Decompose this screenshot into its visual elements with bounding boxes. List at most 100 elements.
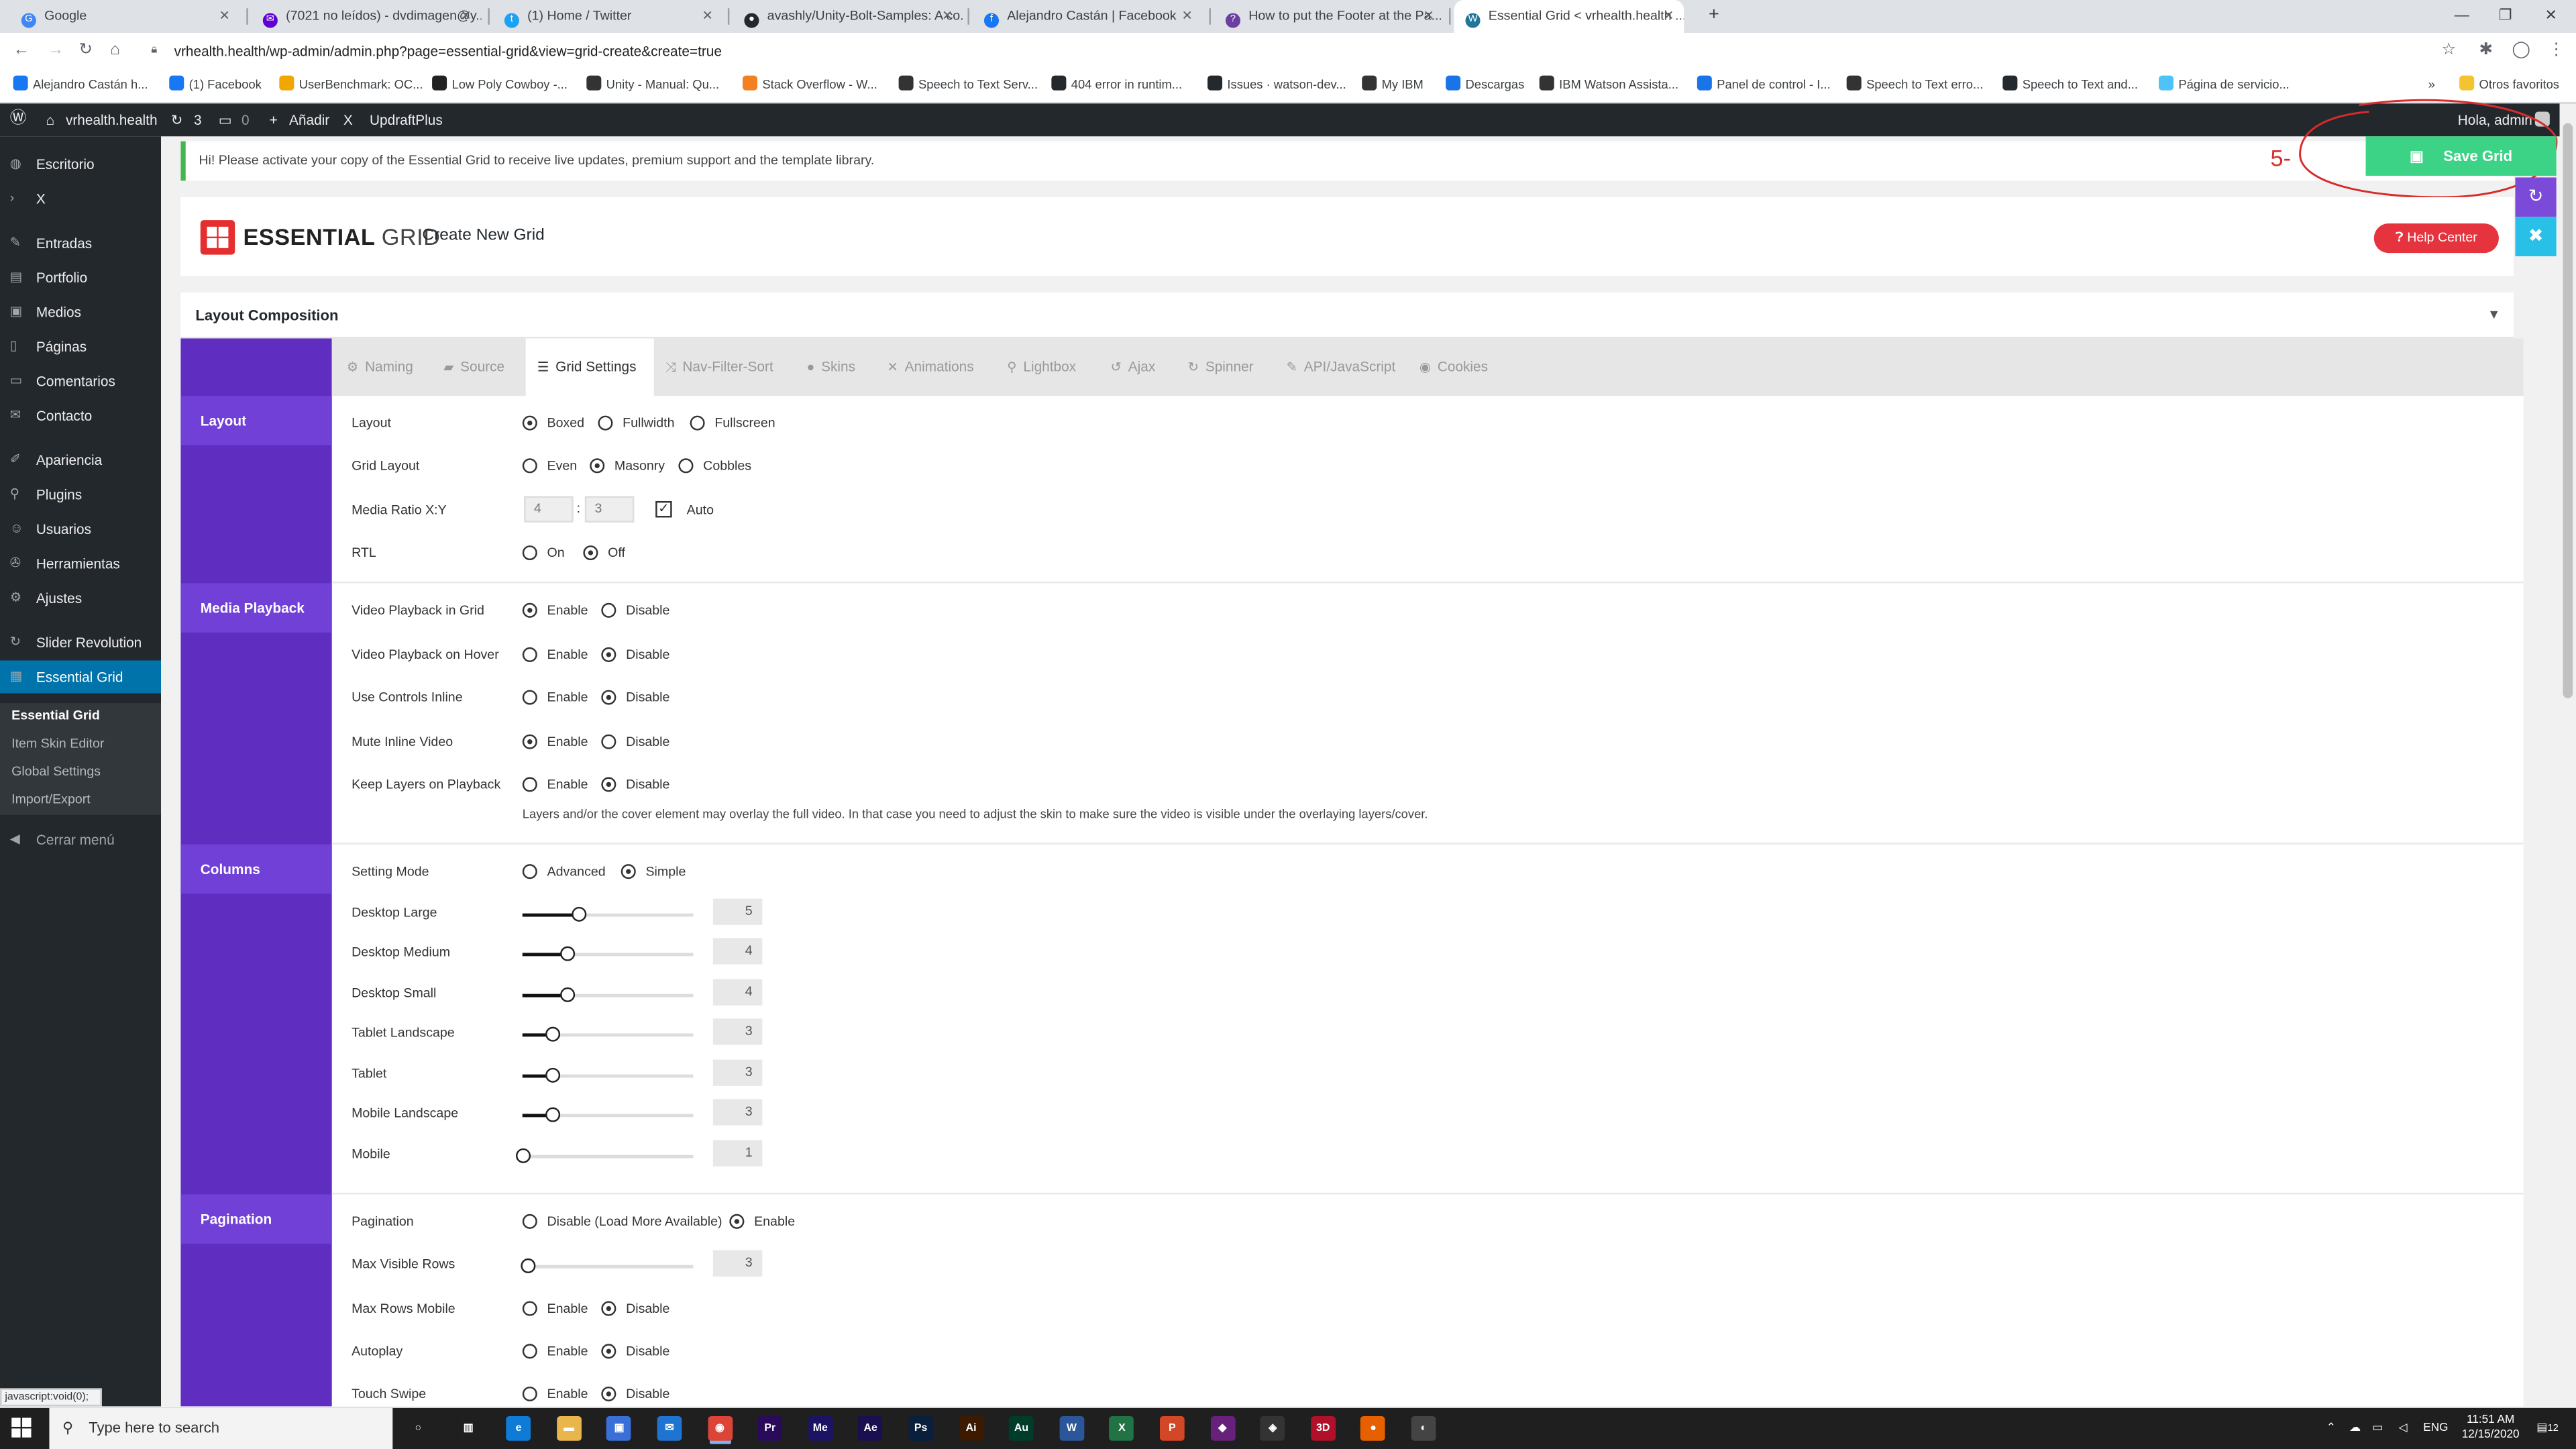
store-icon[interactable]: ▣ [606,1416,632,1441]
column-slider-track[interactable] [522,1026,694,1042]
sync-button[interactable]: ↻ [2515,177,2557,217]
add-icon[interactable]: + [270,103,278,136]
slider-value[interactable]: 3 [712,1250,763,1277]
comments-count[interactable]: 0 [241,103,250,136]
radio-button[interactable] [522,458,537,474]
column-slider-track[interactable] [522,906,694,922]
bookmark-item[interactable]: IBM Watson Assista... [1539,69,1678,102]
sidebar-item-entradas[interactable]: ✎ Entradas [0,227,161,260]
radio-option[interactable]: On [522,545,565,561]
x-theme-link[interactable]: X [343,103,353,136]
bookmark-item[interactable]: UserBenchmark: OC... [279,69,423,102]
slider-value[interactable]: 4 [712,938,763,965]
word-icon[interactable]: W [1059,1416,1084,1441]
slider-handle[interactable] [559,987,575,1002]
radio-option[interactable]: Enable [522,1344,588,1359]
sidebar-item-slider-revolution[interactable]: ↻ Slider Revolution [0,626,161,659]
radio-button[interactable] [522,1386,537,1401]
scrollbar-thumb[interactable] [2563,123,2573,698]
submenu-item[interactable]: Global Settings [11,764,101,779]
powerpoint-icon[interactable]: P [1159,1416,1185,1441]
forward-icon[interactable]: → [48,38,64,64]
sidebar-item-essential-grid[interactable]: ▦ Essential Grid [0,660,162,694]
tab-api-javascript[interactable]: ✎ API/JavaScript [1275,338,1406,396]
layout-composition-header[interactable]: Layout Composition ▼ [180,292,2514,339]
tab-close-icon[interactable]: ✕ [1424,0,1434,33]
tab-close-icon[interactable]: ✕ [1663,0,1674,33]
section-columns[interactable]: Columns [180,844,332,894]
comments-icon[interactable]: ▭ [219,103,232,136]
firefox-icon[interactable]: ● [1360,1416,1386,1441]
explorer-icon[interactable]: ▬ [556,1416,582,1441]
ratio-x-input[interactable]: 4 [524,496,574,523]
back-icon[interactable]: ← [13,38,30,64]
close-window-button[interactable]: ✕ [2545,0,2557,30]
radio-option[interactable]: Enable [522,777,588,792]
onedrive-icon[interactable]: ☁ [2349,1408,2361,1449]
browser-tab[interactable]: ✉ (7021 no leídos) - dvdimagen@y... ✕ [252,0,482,33]
restore-button[interactable]: ❐ [2499,0,2512,30]
bookmark-item[interactable]: Speech to Text erro... [1846,69,1983,102]
radio-button[interactable] [601,777,616,792]
column-slider-track[interactable] [515,1148,694,1163]
radio-option[interactable]: Disable [601,690,669,705]
sidebar-item-escritorio[interactable]: ◍ Escritorio [0,148,161,180]
browser-tab[interactable]: t (1) Home / Twitter ✕ [493,0,723,33]
unity-icon[interactable]: ◈ [1260,1416,1285,1441]
slider-value[interactable]: 4 [712,979,763,1006]
profile-icon[interactable]: ◯ [2512,38,2530,64]
radio-button[interactable] [522,734,537,749]
column-slider-track[interactable] [520,1258,694,1273]
section-pagination[interactable]: Pagination [180,1194,332,1244]
star-icon[interactable]: ☆ [2441,38,2456,64]
slider-value[interactable]: 1 [712,1140,763,1167]
edge-icon[interactable]: e [506,1416,531,1441]
notifications-icon[interactable]: ▤12 [2536,1408,2559,1449]
radio-button[interactable] [522,647,537,662]
radio-option[interactable]: Enable [522,647,588,662]
radio-button[interactable] [621,864,636,879]
add-new-link[interactable]: Añadir [289,103,329,136]
column-slider-track[interactable] [522,1067,694,1083]
site-name-link[interactable]: vrhealth.health [66,103,158,136]
task-view-icon[interactable]: ▥ [455,1416,481,1441]
new-tab-button[interactable]: + [1709,0,1719,30]
radio-button[interactable] [522,690,537,705]
radio-button[interactable] [601,602,616,618]
radio-option[interactable]: Boxed [522,415,584,431]
sidebar-item-portfolio[interactable]: ▤ Portfolio [0,261,161,294]
close-editor-button[interactable]: ✖ [2515,217,2557,257]
sidebar-item-plugins[interactable]: ⚲ Plugins [0,478,161,511]
radio-button[interactable] [601,1386,616,1401]
slider-value[interactable]: 3 [712,1059,763,1086]
auto-checkbox[interactable]: ✓ [655,500,672,518]
page-scrollbar[interactable] [2559,103,2576,1407]
tab-source[interactable]: ▰ Source [432,338,524,396]
taskbar-clock[interactable]: 11:51 AM 12/15/2020 [2455,1413,2527,1442]
radio-option[interactable]: Off [583,545,625,561]
bookmark-item[interactable]: (1) Facebook [169,69,262,102]
radio-button[interactable] [590,458,605,474]
radio-button[interactable] [598,415,613,431]
radio-option[interactable]: Disable [601,777,669,792]
radio-option[interactable]: Even [522,458,577,474]
premiere-icon[interactable]: Pr [757,1416,783,1441]
radio-button[interactable] [522,545,537,561]
updates-count[interactable]: 3 [194,103,202,136]
radio-button[interactable] [522,415,537,431]
media-encoder-icon[interactable]: Me [808,1416,833,1441]
tab-spinner[interactable]: ↻ Spinner [1176,338,1275,396]
app-icon[interactable]: ◐ [1411,1416,1436,1441]
sidebar-item-x[interactable]: › X [0,182,161,215]
radio-button[interactable] [522,1214,537,1229]
extensions-icon[interactable]: ✱ [2479,38,2493,64]
reload-icon[interactable]: ↻ [79,38,93,64]
radio-button[interactable] [601,1344,616,1359]
tab-grid-settings[interactable]: ☰ Grid Settings [525,338,654,396]
sidebar-item-comentarios[interactable]: ▭ Comentarios [0,365,161,398]
chrome-icon[interactable]: ◉ [707,1416,733,1441]
cortana-icon[interactable]: ○ [405,1416,431,1441]
column-slider-track[interactable] [522,987,694,1002]
collapse-menu-button[interactable]: ◀ Cerrar menú [0,823,161,856]
radio-option[interactable]: Disable (Load More Available) [522,1214,722,1229]
